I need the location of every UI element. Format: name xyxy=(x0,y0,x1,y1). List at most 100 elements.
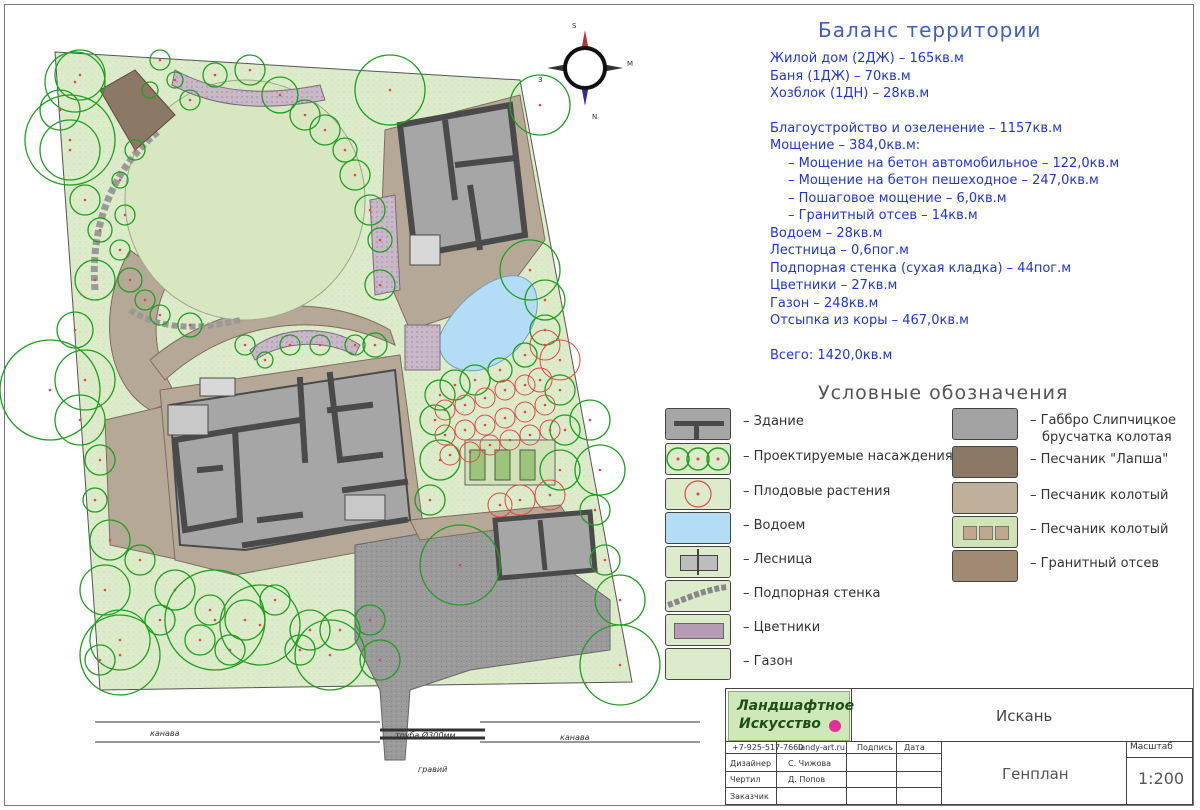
tree-center-mark xyxy=(373,343,377,347)
website: landy-art.ru xyxy=(798,743,845,752)
fruit-center-mark xyxy=(508,438,512,442)
tree-center-mark xyxy=(128,278,132,282)
fruit-center-mark xyxy=(558,358,562,362)
legend-label: – Здание xyxy=(743,414,804,429)
tree-center-mark xyxy=(598,468,602,472)
balance-title: Баланс территории xyxy=(818,18,1042,42)
legend-title: Условные обозначения xyxy=(818,382,1069,404)
ditch-left-label: канава xyxy=(150,729,180,738)
tree-center-mark xyxy=(558,388,562,392)
tree-center-mark xyxy=(288,343,292,347)
tree-center-mark xyxy=(98,228,102,232)
tree-center-mark xyxy=(473,378,477,382)
legend-label: – Подпорная стенка xyxy=(743,586,881,601)
designer-name: С. Чижова xyxy=(788,759,832,768)
tree-center-mark xyxy=(73,328,77,332)
tree-center-mark xyxy=(158,618,162,622)
tree-center-mark xyxy=(83,378,87,382)
tree-center-mark xyxy=(523,353,527,357)
fruit-center-mark xyxy=(483,396,487,400)
tree-center-mark xyxy=(368,618,372,622)
fruit-center-mark xyxy=(468,450,472,454)
tree-center-mark xyxy=(558,468,562,472)
tree-center-mark xyxy=(248,68,252,72)
project-name: Искань xyxy=(996,707,1053,725)
tree-center-mark xyxy=(303,113,307,117)
tree-center-mark xyxy=(618,663,622,667)
balance-line: Благоустройство и озеленение – 1157кв.м xyxy=(770,120,1063,136)
tree-center-mark xyxy=(328,653,332,657)
lawn-swatch xyxy=(665,648,731,680)
scale-value: 1:200 xyxy=(1138,769,1185,788)
tree-center-mark xyxy=(308,628,312,632)
tree-center-mark xyxy=(453,383,457,387)
legend-label: – Лесница xyxy=(743,552,813,567)
tree-center-mark xyxy=(213,73,217,77)
tree-center-mark xyxy=(138,558,142,562)
balance-line: Жилой дом (2ДЖ) – 165кв.м xyxy=(770,51,964,66)
tree-center-mark xyxy=(368,208,372,212)
fruit-center-mark xyxy=(448,453,452,457)
garden-bed-2 xyxy=(494,449,511,481)
legend-label: – Плодовые растения xyxy=(743,484,891,499)
tree-center-mark xyxy=(593,508,597,512)
pipe-label: труба Ø300мм xyxy=(395,730,456,740)
tree-center-mark xyxy=(73,80,77,84)
fruit-center-mark xyxy=(538,378,542,382)
flowerbed-swatch xyxy=(665,614,731,646)
tree-center-mark xyxy=(278,93,282,97)
garden-bed-1 xyxy=(469,449,486,481)
fruit-center-mark xyxy=(518,498,522,502)
tree-center-mark xyxy=(133,148,137,152)
tree-center-mark xyxy=(258,623,262,627)
fruit-center-mark xyxy=(528,433,532,437)
legend-label: – Водоем xyxy=(743,518,806,533)
balance-line: Хозблок (1ДН) – 28кв.м xyxy=(770,86,930,101)
gravel-label: гравий xyxy=(418,765,447,774)
fruit-center-mark xyxy=(483,423,487,427)
tree-center-mark xyxy=(263,358,267,362)
tree-center-mark xyxy=(563,428,567,432)
tree-center-mark xyxy=(438,393,442,397)
balance-total: Всего: 1420,0кв.м xyxy=(770,347,893,363)
tree-center-mark xyxy=(298,648,302,652)
tree-center-mark xyxy=(433,418,437,422)
site-plan: канава канава труба Ø300мм гравий xyxy=(0,30,700,774)
stairs-swatch xyxy=(665,546,731,578)
tree-center-mark xyxy=(243,343,247,347)
tree-center-mark xyxy=(458,563,462,567)
balance-subline: – Мощение на бетон пешеходное – 247,0кв.… xyxy=(788,173,1099,188)
tree-center-mark xyxy=(543,298,547,302)
compass-east-label: M xyxy=(627,60,634,68)
balance-line: Баня (1ДЖ) – 70кв.м xyxy=(770,68,911,84)
fruit-center-mark xyxy=(548,493,552,497)
tree-center-mark xyxy=(318,343,322,347)
balance-line: Мощение – 384,0кв.м: xyxy=(770,138,921,153)
tree-center-mark xyxy=(338,628,342,632)
tree-center-mark xyxy=(323,128,327,132)
retaining-wall-swatch xyxy=(665,580,731,612)
legend-label: – Габбро Слипчицкое брусчатка колотая xyxy=(1030,413,1177,445)
tree-center-mark xyxy=(528,268,532,272)
tree-center-mark xyxy=(118,638,122,642)
bath-house xyxy=(396,101,529,266)
compass-south-label: S xyxy=(572,22,577,30)
tree-center-mark xyxy=(123,213,127,217)
tree-center-mark xyxy=(158,313,162,317)
fruit-center-mark xyxy=(463,403,467,407)
balance-list: Жилой дом (2ДЖ) – 165кв.м Баня (1ДЖ) – 7… xyxy=(770,50,1119,364)
tree-center-mark xyxy=(173,78,177,82)
compass-rose xyxy=(547,30,623,106)
tree-center-mark xyxy=(353,173,357,177)
sheet-name: Генплан xyxy=(1002,765,1069,783)
company-logo: Ландшафтное Искусство xyxy=(728,691,854,741)
balance-subline: – Пошаговое мощение – 6,0кв.м xyxy=(788,190,1007,206)
phone: +7-925-517-7660 xyxy=(732,743,804,752)
tree-center-mark xyxy=(103,588,107,592)
planting-swatch xyxy=(665,443,731,475)
tree-center-mark xyxy=(148,88,152,92)
tree-center-mark xyxy=(118,653,122,657)
tree-center-mark xyxy=(343,148,347,152)
tree-center-mark xyxy=(188,323,192,327)
sandstone-lapsha-swatch xyxy=(952,446,1018,478)
